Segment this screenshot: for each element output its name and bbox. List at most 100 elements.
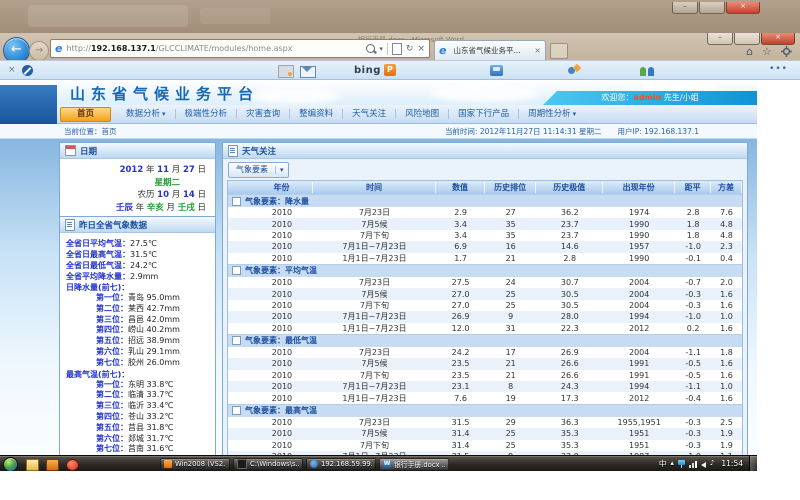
nav-item[interactable]: 首页▾ bbox=[60, 107, 111, 122]
page-content: 日期 2012 年 11 月 27 日 星期二 农历 10 月 14 日 bbox=[0, 139, 757, 471]
compatibility-view-icon[interactable] bbox=[392, 43, 402, 55]
mail-icon[interactable] bbox=[300, 66, 316, 78]
explorer-icon[interactable] bbox=[26, 459, 39, 471]
breadcrumb-bar: 当前位置：首页 当前时间: 2012年11月27日 11:14:31 星期二 用… bbox=[0, 124, 757, 139]
weather-stats-list: 全省日平均气温：27.5℃ 全省日最高气温：31.5℃ 全省日最低气温：24.2… bbox=[66, 238, 211, 282]
search-icon[interactable] bbox=[366, 44, 375, 53]
toolbar-overflow-icon[interactable]: ••• bbox=[769, 64, 788, 74]
table-group-header[interactable]: 气象要素：平均气温 bbox=[228, 264, 742, 277]
ganzhi-date: 壬辰 年 辛亥 月 壬戌 日 bbox=[64, 202, 206, 215]
stat-line: 全省日最低气温：24.2℃ bbox=[66, 260, 211, 271]
task-buttons: Win2008 (VS2... C:\Windows\s... 192.168.… bbox=[160, 458, 449, 471]
panel-icon bbox=[228, 145, 238, 157]
taskbar: Win2008 (VS2... C:\Windows\s... 192.168.… bbox=[0, 455, 757, 471]
system-tray: 中 ▴ ♪ 11:54 bbox=[659, 458, 743, 469]
taskbar-clock[interactable]: 11:54 bbox=[721, 459, 743, 468]
stat-line: 全省日平均气温：27.5℃ bbox=[66, 238, 211, 249]
browser-close-button[interactable]: × bbox=[761, 33, 795, 45]
tab-close-icon[interactable]: × bbox=[534, 46, 541, 55]
table-group-header[interactable]: 气象要素：降水量 bbox=[228, 194, 742, 207]
weather-focus-panel: 天气关注 气象要素 ▾ 年份 时间 数值 bbox=[222, 142, 748, 471]
people-icon[interactable] bbox=[640, 65, 654, 76]
toolbar-close-icon[interactable]: × bbox=[8, 65, 16, 75]
data-table: 年份 时间 数值 历史排位 历史极值 出现年份 距平 方差 bbox=[227, 180, 743, 471]
nav-item[interactable]: 周期性分析▾ bbox=[519, 109, 585, 119]
table-group-title: 气象要素：降水量 bbox=[245, 196, 309, 207]
rank-line: 第一位：东明 33.8℃ bbox=[66, 380, 211, 391]
media-tray-icon[interactable]: ♪ bbox=[710, 458, 714, 469]
close-button[interactable]: × bbox=[726, 2, 760, 14]
webpage: 山东省气候业务平台 欢迎您：admin 先生/小姐 首页▾ 数据分析▾ 极端性分… bbox=[0, 80, 757, 471]
taskbar-button[interactable]: C:\Windows\s... bbox=[233, 458, 303, 471]
bing-logo[interactable]: bing P bbox=[354, 64, 396, 76]
taskbar-button[interactable]: W 银行手册.docx ... bbox=[379, 458, 449, 471]
browser-maximize-button[interactable] bbox=[734, 33, 760, 45]
group-checkbox[interactable] bbox=[232, 197, 241, 206]
browser-tab[interactable]: e 山东省气候业务平... × bbox=[434, 40, 546, 60]
nav-item[interactable]: 整编资料▾ bbox=[290, 109, 343, 119]
url-text[interactable]: http://192.168.137.1/GLCCLIMATE/modules/… bbox=[66, 44, 362, 53]
task-app-icon bbox=[310, 460, 318, 468]
ie-favicon: e bbox=[55, 42, 62, 55]
minimize-button[interactable]: – bbox=[672, 2, 698, 14]
table-group-header[interactable]: 气象要素：最低气温 bbox=[228, 334, 742, 347]
table-group-rows: 2010 7月23日 24.2 17 26.9 2004 -1.1 bbox=[228, 347, 742, 404]
highlights-icon[interactable] bbox=[568, 65, 580, 76]
tray-expand-icon[interactable]: ▴ bbox=[670, 458, 674, 469]
weather-section: 最高气温(前七)： 第一位：东明 33.8℃ 第二位：临清 33.7℃ bbox=[66, 369, 211, 456]
group-checkbox[interactable] bbox=[232, 266, 241, 275]
table-row: 2010 7月下旬 27.0 25 30.5 2004 -0.3 bbox=[228, 300, 742, 311]
group-checkbox[interactable] bbox=[232, 406, 241, 415]
media-player-icon[interactable] bbox=[46, 459, 59, 471]
messenger-icon[interactable] bbox=[490, 65, 503, 76]
table-group: 气象要素：降水量 2010 7月23日 bbox=[228, 194, 742, 264]
maximize-button[interactable] bbox=[699, 2, 725, 14]
gear-icon[interactable] bbox=[781, 46, 792, 57]
favorites-star-icon[interactable]: ☆ bbox=[762, 46, 772, 57]
table-group-title: 气象要素：最低气温 bbox=[245, 335, 317, 346]
main-panel-header: 天气关注 bbox=[223, 143, 747, 159]
rank-line: 第六位：郯城 31.7℃ bbox=[66, 434, 211, 445]
nav-item[interactable]: 风险地图▾ bbox=[396, 109, 449, 119]
chevron-down-icon: ▾ bbox=[573, 110, 577, 118]
start-button[interactable] bbox=[3, 457, 18, 471]
blocked-circle-icon[interactable] bbox=[22, 65, 33, 76]
task-app-icon bbox=[164, 460, 172, 468]
new-tab-button[interactable] bbox=[550, 43, 568, 59]
ime-indicator[interactable]: 中 bbox=[659, 458, 667, 469]
card-reader-icon[interactable] bbox=[278, 65, 294, 78]
element-selector-button[interactable]: 气象要素 ▾ bbox=[228, 162, 289, 178]
table-group-header[interactable]: 气象要素：最高气温 bbox=[228, 404, 742, 417]
rank-line: 第四位：崂山 40.2mm bbox=[66, 325, 211, 336]
volume-icon[interactable] bbox=[701, 462, 706, 468]
stat-line: 全省日最高气温：31.5℃ bbox=[66, 249, 211, 260]
nav-item[interactable]: 灾害查询▾ bbox=[237, 109, 290, 119]
refresh-icon[interactable]: ↻ bbox=[406, 44, 414, 54]
table-row: 2010 7月1日~7月23日 23.1 8 24.3 1994 -1.1 bbox=[228, 381, 742, 392]
nav-item[interactable]: 数据分析▾ bbox=[117, 109, 176, 119]
browser-pinned-icon[interactable] bbox=[66, 459, 79, 471]
search-dropdown-icon[interactable]: ▾ bbox=[379, 45, 383, 53]
stop-icon[interactable]: × bbox=[417, 44, 425, 54]
browser-forward-button[interactable]: → bbox=[29, 41, 49, 61]
network-icon[interactable] bbox=[689, 460, 697, 468]
chevron-down-icon[interactable]: ▾ bbox=[275, 166, 288, 174]
nav-item[interactable]: 国家下行产品▾ bbox=[449, 109, 519, 119]
table-group: 气象要素：最低气温 2010 7月23日 bbox=[228, 334, 742, 404]
background-window-ribbon-2 bbox=[200, 8, 270, 24]
nav-item[interactable]: 极端性分析▾ bbox=[176, 109, 238, 119]
taskbar-button[interactable]: 192.168.59.99... bbox=[306, 458, 376, 471]
weather-panel-header: 昨日全省气象数据 bbox=[60, 217, 215, 233]
action-center-flag-icon[interactable] bbox=[678, 460, 685, 468]
home-icon[interactable]: ⌂ bbox=[746, 46, 753, 57]
table-group-title: 气象要素：平均气温 bbox=[245, 265, 317, 276]
address-bar[interactable]: e http://192.168.137.1/GLCCLIMATE/module… bbox=[50, 39, 430, 58]
table-row: 2010 7月5候 31.4 25 35.3 1951 -0.3 bbox=[228, 428, 742, 439]
taskbar-button[interactable]: Win2008 (VS2... bbox=[160, 458, 230, 471]
browser-minimize-button[interactable]: – bbox=[707, 33, 733, 45]
divider bbox=[387, 43, 388, 55]
show-desktop-button[interactable] bbox=[749, 456, 757, 471]
screenshot-area: – × 银行手册.docx - Microsoft Word ← → e htt… bbox=[0, 0, 800, 471]
group-checkbox[interactable] bbox=[232, 336, 241, 345]
nav-item[interactable]: 天气关注▾ bbox=[343, 109, 396, 119]
